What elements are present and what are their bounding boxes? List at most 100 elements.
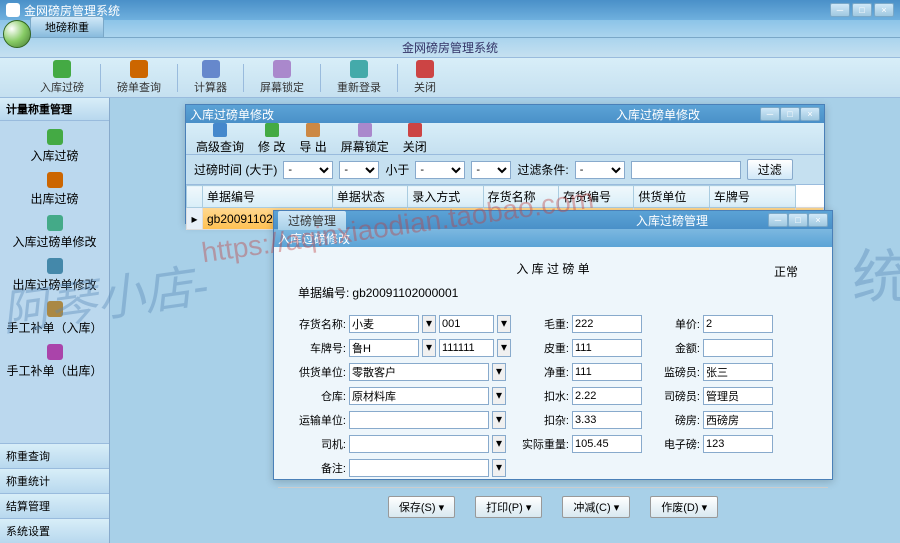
col-header[interactable]: 供货单位 xyxy=(634,186,709,208)
sub-toolbar-item-3[interactable]: 屏幕锁定 xyxy=(341,123,389,155)
field-input[interactable] xyxy=(703,363,773,381)
start-orb-icon[interactable] xyxy=(3,20,31,48)
field-input[interactable] xyxy=(572,411,642,429)
filter-date-to2[interactable]: - xyxy=(471,161,511,179)
field-input[interactable] xyxy=(349,459,489,477)
field-label: 磅房: xyxy=(652,412,700,428)
filter-row: 过磅时间 (大于) - - 小于 - - 过滤条件: - 过滤 xyxy=(186,155,824,185)
form-title: 入 库 过 磅 单 正常 xyxy=(278,251,828,284)
field-input[interactable] xyxy=(703,339,773,357)
window-form: 过磅管理 入库过磅管理 ─ □ × 入库过磅修改 入 库 过 磅 单 正常 单据… xyxy=(273,210,833,480)
col-header[interactable]: 存货编号 xyxy=(559,186,634,208)
form-button-1[interactable]: 打印(P) ▾ xyxy=(475,496,542,518)
field-input[interactable] xyxy=(572,387,642,405)
dropdown-icon[interactable]: ▾ xyxy=(492,411,506,429)
filter-value[interactable] xyxy=(631,161,741,179)
win1-min[interactable]: ─ xyxy=(760,107,780,121)
sub-toolbar-icon xyxy=(358,123,372,137)
sub-toolbar-label: 高级查询 xyxy=(196,138,244,155)
main-tab[interactable]: 地磅称重 xyxy=(30,16,104,37)
field-input[interactable] xyxy=(349,435,489,453)
close-button[interactable]: × xyxy=(874,3,894,17)
field-input-2[interactable] xyxy=(439,315,494,333)
field-input[interactable] xyxy=(703,411,773,429)
sidebar-bottom-2[interactable]: 结算管理 xyxy=(0,493,109,518)
dropdown-icon[interactable]: ▾ xyxy=(492,459,506,477)
win1-close[interactable]: × xyxy=(800,107,820,121)
sidebar-item-3[interactable]: 出库过磅单修改 xyxy=(0,254,109,297)
field-input[interactable] xyxy=(349,339,419,357)
col-header[interactable]: 单据状态 xyxy=(332,186,407,208)
sidebar-bottom-1[interactable]: 称重统计 xyxy=(0,468,109,493)
win2-close[interactable]: × xyxy=(808,213,828,227)
filter-date-to[interactable]: - xyxy=(415,161,465,179)
sidebar-icon xyxy=(47,258,63,274)
sidebar-item-1[interactable]: 出库过磅 xyxy=(0,168,109,211)
col-header[interactable]: 录入方式 xyxy=(408,186,483,208)
sidebar-item-label: 出库过磅 xyxy=(30,190,78,207)
field-input[interactable] xyxy=(349,411,489,429)
win2-max[interactable]: □ xyxy=(788,213,808,227)
window-form-titlebar[interactable]: 过磅管理 入库过磅管理 ─ □ × xyxy=(274,211,832,229)
field-input[interactable] xyxy=(349,315,419,333)
field-input[interactable] xyxy=(703,435,773,453)
minimize-button[interactable]: ─ xyxy=(830,3,850,17)
sidebar-item-2[interactable]: 入库过磅单修改 xyxy=(0,211,109,254)
sidebar-bottom: 称重查询称重统计结算管理系统设置 xyxy=(0,443,109,543)
form-row-left-3: 仓库:▾ xyxy=(298,387,511,405)
dropdown-icon[interactable]: ▾ xyxy=(492,387,506,405)
field-label: 净重: xyxy=(521,364,569,380)
field-input[interactable] xyxy=(703,315,773,333)
filter-cond[interactable]: - xyxy=(575,161,625,179)
toolbar-item-4[interactable]: 重新登录 xyxy=(337,60,381,95)
sidebar-item-5[interactable]: 手工补单（出库） xyxy=(0,340,109,383)
toolbar-item-0[interactable]: 入库过磅 xyxy=(40,60,84,95)
field-input[interactable] xyxy=(572,363,642,381)
form-button-0[interactable]: 保存(S) ▾ xyxy=(388,496,455,518)
dropdown-icon[interactable]: ▾ xyxy=(497,315,511,333)
window-list-titlebar[interactable]: 入库过磅单修改 入库过磅单修改 ─ □ × xyxy=(186,105,824,123)
sub-toolbar-item-0[interactable]: 高级查询 xyxy=(196,123,244,155)
sub-toolbar-item-1[interactable]: 修 改 xyxy=(258,123,285,155)
form-button-2[interactable]: 冲减(C) ▾ xyxy=(562,496,630,518)
field-input[interactable] xyxy=(572,339,642,357)
field-input[interactable] xyxy=(349,363,489,381)
col-header[interactable]: 单据编号 xyxy=(203,186,333,208)
main-toolbar: 入库过磅磅单查询计算器屏幕锁定 重新登录关闭 xyxy=(0,58,900,98)
dropdown-icon[interactable]: ▾ xyxy=(497,339,511,357)
sub-toolbar-item-4[interactable]: 关闭 xyxy=(403,123,427,155)
col-header[interactable]: 存货名称 xyxy=(483,186,558,208)
filter-button[interactable]: 过滤 xyxy=(747,159,793,180)
filter-date-from2[interactable]: - xyxy=(339,161,379,179)
form-button-3[interactable]: 作废(D) ▾ xyxy=(650,496,718,518)
toolbar-label: 屏幕锁定 xyxy=(260,79,304,95)
maximize-button[interactable]: □ xyxy=(852,3,872,17)
field-input[interactable] xyxy=(572,315,642,333)
toolbar-item-2[interactable]: 计算器 xyxy=(194,60,227,95)
win1-max[interactable]: □ xyxy=(780,107,800,121)
field-input[interactable] xyxy=(349,387,489,405)
toolbar-item-1[interactable]: 磅单查询 xyxy=(117,60,161,95)
window-form-subtitle: 入库过磅修改 xyxy=(274,229,832,247)
filter-date-from[interactable]: - xyxy=(283,161,333,179)
sidebar-bottom-3[interactable]: 系统设置 xyxy=(0,518,109,543)
dropdown-icon[interactable]: ▾ xyxy=(422,339,436,357)
field-input-2[interactable] xyxy=(439,339,494,357)
sidebar-bottom-0[interactable]: 称重查询 xyxy=(0,443,109,468)
col-header[interactable]: 车牌号 xyxy=(709,186,795,208)
toolbar-item-3[interactable]: 屏幕锁定 xyxy=(260,60,304,95)
sidebar-item-label: 手工补单（入库） xyxy=(6,319,102,336)
sidebar-icon xyxy=(47,301,63,317)
sub-toolbar-item-2[interactable]: 导 出 xyxy=(299,123,326,155)
page-title: 金网磅房管理系统 xyxy=(0,38,900,58)
dropdown-icon[interactable]: ▾ xyxy=(422,315,436,333)
sidebar-item-4[interactable]: 手工补单（入库） xyxy=(0,297,109,340)
toolbar-item-5[interactable]: 关闭 xyxy=(414,60,436,95)
dropdown-icon[interactable]: ▾ xyxy=(492,435,506,453)
sidebar-item-0[interactable]: 入库过磅 xyxy=(0,125,109,168)
field-input[interactable] xyxy=(572,435,642,453)
dropdown-icon[interactable]: ▾ xyxy=(492,363,506,381)
form-row-right-0: 单价: xyxy=(652,315,773,333)
field-input[interactable] xyxy=(703,387,773,405)
win2-min[interactable]: ─ xyxy=(768,213,788,227)
